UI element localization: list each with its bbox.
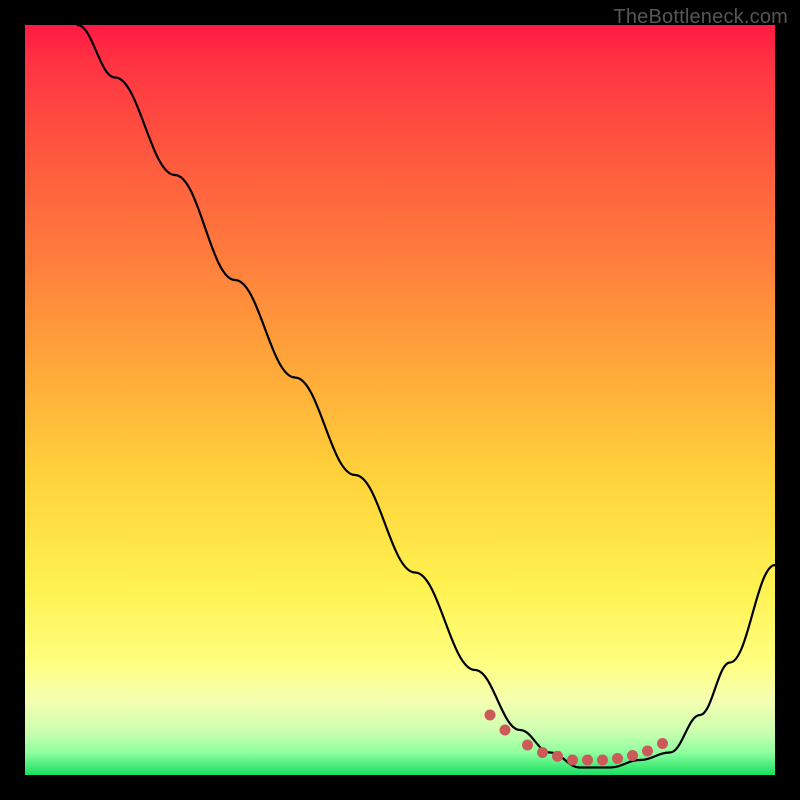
bottleneck-curve	[78, 25, 776, 768]
watermark-text: TheBottleneck.com	[613, 6, 788, 29]
trough-marker-dot	[612, 753, 623, 764]
trough-marker-dot	[627, 750, 638, 761]
trough-marker-dot	[567, 755, 578, 766]
trough-marker-dot	[485, 710, 496, 721]
trough-marker-dot	[582, 755, 593, 766]
trough-marker-dot	[500, 725, 511, 736]
trough-marker-dot	[657, 738, 668, 749]
trough-marker-dot	[552, 751, 563, 762]
trough-markers	[485, 710, 669, 766]
chart-frame: TheBottleneck.com	[0, 0, 800, 800]
trough-marker-dot	[597, 755, 608, 766]
trough-marker-dot	[642, 746, 653, 757]
plot-area	[25, 25, 775, 775]
trough-marker-dot	[522, 740, 533, 751]
trough-marker-dot	[537, 747, 548, 758]
curve-layer	[25, 25, 775, 775]
